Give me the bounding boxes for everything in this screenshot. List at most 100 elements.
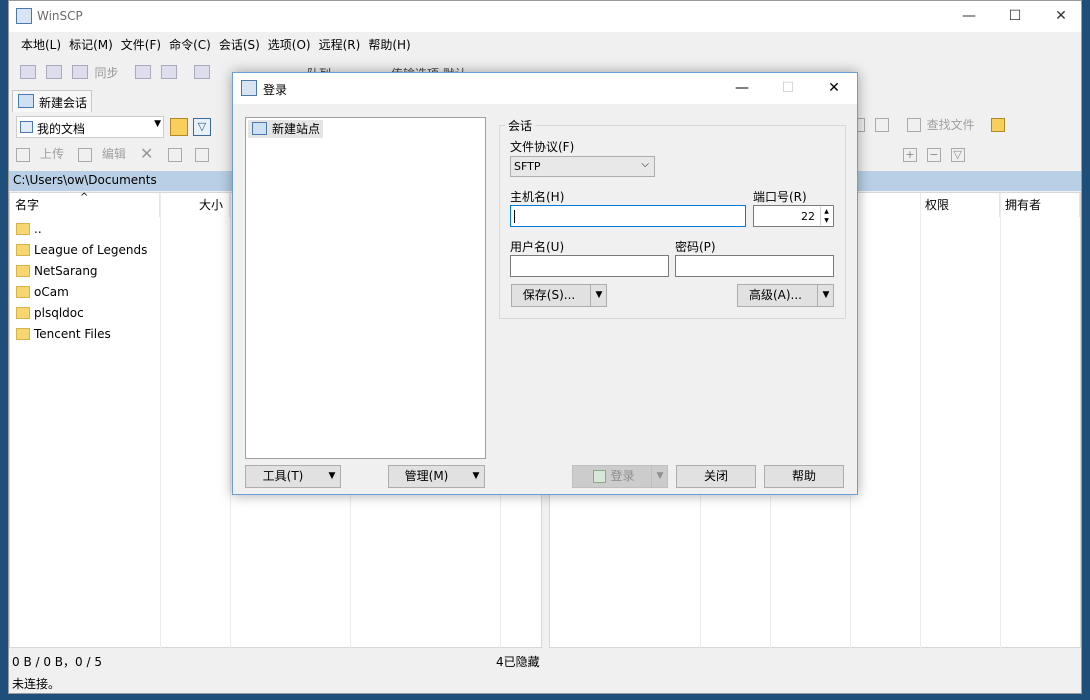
session-group-label: 会话 (505, 117, 536, 134)
parent-folder-icon (16, 223, 30, 235)
window-title: WinSCP (37, 9, 83, 23)
menu-mark[interactable]: 标记(M) (65, 35, 117, 55)
folder-icon (16, 244, 30, 256)
file-name: NetSarang (34, 264, 98, 278)
local-path: C:\Users\ow\Documents (13, 173, 157, 187)
refresh-icon[interactable] (45, 65, 62, 79)
save-button[interactable]: 保存(S)... ▼ (511, 284, 607, 307)
save-button-label: 保存(S)... (522, 288, 576, 302)
console-icon[interactable] (135, 65, 152, 79)
find-files-button[interactable]: 查找文件 (927, 116, 975, 133)
chevron-down-icon[interactable]: ▼ (818, 285, 834, 306)
chevron-down-icon[interactable]: ▼ (591, 285, 607, 306)
login-icon (593, 470, 607, 483)
remote-actions-toolbar: + − ▽ (903, 147, 971, 162)
menu-files[interactable]: 文件(F) (117, 35, 165, 55)
rename-icon[interactable] (167, 147, 182, 162)
remote-toolbar: 查找文件 (851, 116, 1011, 138)
column-divider (160, 193, 161, 649)
spin-icon[interactable]: ▲ ▼ (820, 207, 832, 225)
close-dialog-button[interactable]: 关闭 (676, 465, 756, 488)
chevron-down-icon: ⌵ (641, 159, 649, 170)
local-drive-label: 我的文档 (37, 122, 86, 136)
column-divider (920, 193, 921, 649)
preferences-icon[interactable] (193, 65, 210, 79)
open-folder-icon[interactable] (170, 118, 188, 136)
edit-button[interactable]: 编辑 (102, 145, 126, 162)
chevron-down-icon[interactable]: ▼ (324, 466, 340, 487)
connection-status-bar: 未连接。 (9, 675, 1081, 693)
putty-icon[interactable] (161, 65, 178, 79)
advanced-button-label: 高级(A)... (748, 288, 803, 302)
tree-icon[interactable] (990, 117, 1005, 132)
column-name-header[interactable]: 名字 ^ (10, 192, 160, 217)
selection-status: 0 B / 0 B，0 / 5 (12, 655, 102, 669)
menu-help[interactable]: 帮助(H) (364, 35, 414, 55)
help-button-label: 帮助 (791, 469, 816, 483)
protocol-select[interactable]: SFTP ⌵ (510, 156, 655, 177)
tools-button[interactable]: 工具(T) ▼ (245, 465, 341, 488)
filter-icon[interactable]: ▽ (193, 118, 211, 136)
menu-local[interactable]: 本地(L) (17, 35, 65, 55)
upload-button[interactable]: 上传 (40, 145, 64, 162)
hidden-count: 4已隐藏 (496, 655, 540, 669)
minimize-button[interactable]: — (946, 1, 992, 32)
filter-icon[interactable]: ▽ (950, 147, 965, 162)
tab-new-session[interactable]: 新建会话 (12, 90, 92, 112)
advanced-button[interactable]: 高级(A)... ▼ (737, 284, 834, 307)
compare-icon[interactable] (20, 65, 36, 79)
menu-commands[interactable]: 命令(C) (165, 35, 215, 55)
delete-icon[interactable]: ✕ (140, 145, 154, 162)
refresh-icon[interactable] (874, 117, 889, 132)
dialog-title: 登录 (263, 83, 288, 97)
documents-icon (20, 121, 33, 133)
menu-session[interactable]: 会话(S) (215, 35, 264, 55)
tab-new-session-label: 新建会话 (39, 96, 88, 110)
host-input[interactable] (510, 205, 746, 227)
new-session-icon (18, 94, 34, 108)
edit-icon (77, 147, 92, 162)
port-input[interactable]: 22 ▲ ▼ (753, 205, 834, 227)
site-tree[interactable]: 新建站点 (245, 117, 486, 459)
text-caret (514, 210, 515, 223)
manage-button[interactable]: 管理(M) ▼ (388, 465, 485, 488)
menu-remote[interactable]: 远程(R) (315, 35, 365, 55)
maximize-button: ☐ (781, 80, 795, 96)
sort-asc-icon: ^ (80, 192, 89, 203)
file-name: plsqldoc (34, 306, 84, 320)
sync-button[interactable]: 同步 (94, 66, 118, 80)
menu-bar: 本地(L) 标记(M) 文件(F) 命令(C) 会话(S) 选项(O) 远程(R) 帮助(H) (17, 35, 415, 55)
help-button[interactable]: 帮助 (764, 465, 844, 488)
minus-icon[interactable]: − (926, 147, 941, 162)
dialog-close-button[interactable]: ✕ (811, 73, 857, 104)
close-button[interactable]: ✕ (1038, 1, 1084, 32)
username-input[interactable] (510, 255, 669, 277)
folder-icon (16, 286, 30, 298)
protocol-label: 文件协议(F) (510, 140, 575, 154)
chevron-down-icon[interactable]: ▼ (468, 466, 484, 487)
menu-options[interactable]: 选项(O) (264, 35, 315, 55)
column-size-header[interactable]: 大小 (160, 193, 230, 217)
port-value: 22 (801, 210, 815, 223)
folder-icon (16, 307, 30, 319)
maximize-button[interactable]: ☐ (992, 1, 1038, 32)
upload-icon (16, 147, 30, 162)
plus-icon[interactable]: + (903, 147, 917, 162)
password-input[interactable] (675, 255, 834, 277)
site-item-new[interactable]: 新建站点 (248, 120, 324, 138)
column-rights-header[interactable]: 权限 (920, 193, 1000, 217)
properties-icon[interactable] (195, 147, 210, 162)
local-drive-select[interactable]: 我的文档 ▼ (16, 116, 164, 138)
file-name: Tencent Files (34, 327, 111, 341)
new-site-icon (252, 122, 267, 135)
minimize-button[interactable]: — (719, 73, 765, 104)
sync-browse-icon[interactable] (71, 65, 88, 79)
password-label: 密码(P) (675, 240, 716, 254)
column-owner-header[interactable]: 拥有者 (1000, 193, 1080, 217)
column-size-label: 大小 (198, 198, 223, 212)
column-owner-label: 拥有者 (1005, 198, 1042, 212)
login-button[interactable]: 登录 ▼ (572, 465, 668, 488)
title-bar: WinSCP — ☐ ✕ (9, 1, 1081, 32)
login-button-label: 登录 (610, 469, 635, 483)
column-name-label: 名字 (15, 198, 40, 212)
